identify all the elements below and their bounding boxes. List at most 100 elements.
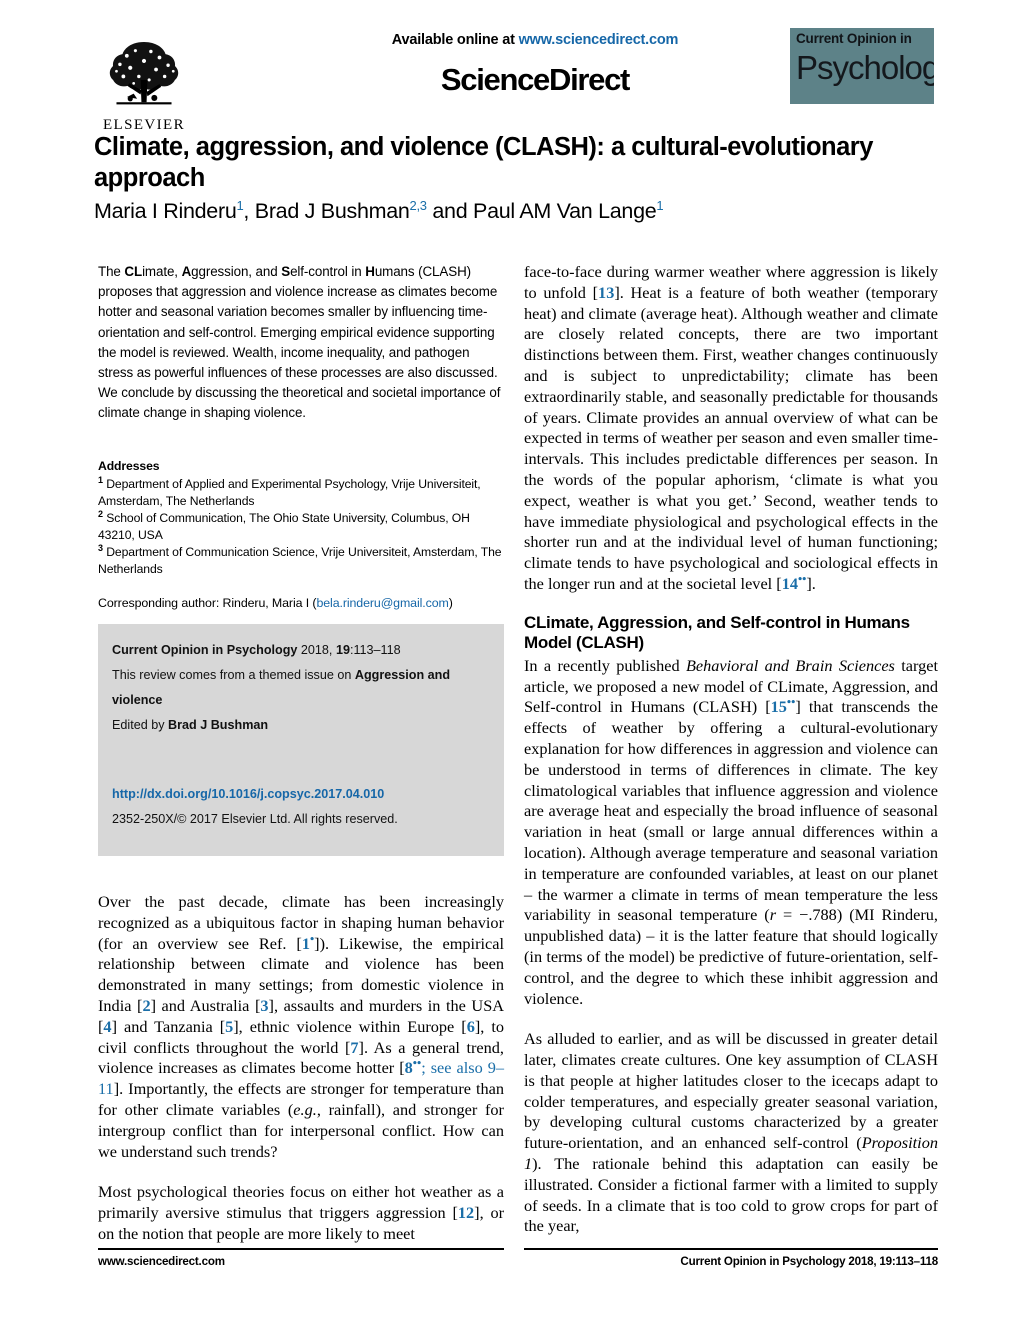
body-text-run: ] and Australia [ <box>150 995 261 1015</box>
sciencedirect-wordmark: ScienceDirect <box>440 62 630 97</box>
reference-link[interactable]: 14 <box>782 574 798 593</box>
emphasis-text: e.g. <box>293 1099 317 1119</box>
left-column-front-matter: The CLimate, Aggression, and Self-contro… <box>98 262 504 612</box>
footer-citation: Current Opinion in Psychology 2018, 19:1… <box>680 1255 938 1268</box>
footer-rule-right <box>524 1248 938 1250</box>
reference-importance-marker: •• <box>412 1055 422 1070</box>
reference-link[interactable]: 15 <box>771 697 787 716</box>
article-title: Climate, aggression, and violence (CLASH… <box>94 133 873 192</box>
abstract-seg-bold: H <box>365 264 375 279</box>
addresses-section: Addresses 1 Department of Applied and Ex… <box>98 458 504 612</box>
reference-link[interactable]: 3 <box>260 996 268 1015</box>
reference-link[interactable]: 8 <box>405 1058 413 1077</box>
editor-name: Brad J Bushman <box>168 718 269 732</box>
corresponding-close: ) <box>448 595 453 610</box>
corresponding-author: Corresponding author: Rinderu, Maria I (… <box>98 595 504 612</box>
available-online-line: Available online at www.sciencedirect.co… <box>320 32 750 48</box>
edited-by-prefix: Edited by <box>112 718 169 732</box>
address-item: 2 School of Communication, The Ohio Stat… <box>98 508 504 544</box>
journal-logo-line2: Psychology <box>796 49 934 86</box>
body-paragraph: As alluded to earlier, and as will be di… <box>524 1029 938 1237</box>
author-affiliation-marker: 1 <box>656 197 664 213</box>
reference-link[interactable]: 1 <box>302 934 310 953</box>
abstract-seg-bold: CL <box>124 264 143 279</box>
journal-logo-line1: Current Opinion in <box>796 31 912 46</box>
corresponding-email-link[interactable]: bela.rinderu@gmail.com <box>316 596 448 610</box>
journal-logo: Current Opinion in Psychology <box>790 28 934 104</box>
available-online-prefix: Available online at <box>391 32 519 48</box>
body-paragraph: face-to-face during warmer weather where… <box>524 262 938 595</box>
abstract-text: The CLimate, Aggression, and Self-contro… <box>98 262 504 424</box>
reference-link[interactable]: 13 <box>598 283 614 302</box>
abstract-seg-bold: S <box>281 264 291 279</box>
author-list: Maria I Rinderu1, Brad J Bushman2,3 and … <box>94 197 664 223</box>
address-item: 3 Department of Communication Science, V… <box>98 542 504 578</box>
reference-link[interactable]: 6 <box>467 1017 475 1036</box>
masthead: ELSEVIER Available online at www.science… <box>90 22 938 133</box>
reference-link[interactable]: 7 <box>350 1038 358 1057</box>
abstract-seg: The <box>98 264 125 279</box>
sciencedirect-url-link[interactable]: www.sciencedirect.com <box>519 32 679 48</box>
citation-volume: 19 <box>335 643 350 657</box>
body-text-run: ] that transcends the effects of weather… <box>524 697 938 925</box>
body-paragraph: In a recently published Behavioral and B… <box>524 656 938 1010</box>
body-text-run: ], ethnic violence within Europe [ <box>233 1016 467 1036</box>
author-separator: and <box>426 199 474 223</box>
body-text-run: In a recently published <box>524 655 686 675</box>
corresponding-label: Corresponding author: Rinderu, Maria I ( <box>98 595 317 610</box>
citation-journal: Current Opinion in Psychology <box>112 643 298 657</box>
reference-link[interactable]: 2 <box>142 996 150 1015</box>
footer-website-link[interactable]: www.sciencedirect.com <box>98 1255 225 1268</box>
address-text: Department of Communication Science, Vri… <box>98 544 502 576</box>
themed-issue-line: This review comes from a themed issue on… <box>112 663 490 713</box>
abstract-seg: ggression, and <box>191 264 282 279</box>
body-text-run: ]. <box>806 573 816 593</box>
address-item: 1 Department of Applied and Experimental… <box>98 474 504 510</box>
body-paragraph: Most psychological theories focus on eit… <box>98 1182 504 1244</box>
right-column-body: face-to-face during warmer weather where… <box>524 262 938 1237</box>
body-text-run: ]. Heat is a feature of both weather (te… <box>524 282 938 593</box>
address-number: 2 <box>98 508 103 519</box>
citation-pages: :113–118 <box>349 643 401 657</box>
sciencedirect-block: Available online at www.sciencedirect.co… <box>320 32 750 98</box>
emphasis-text: Behavioral and Brain Sciences <box>685 655 895 675</box>
author-name: Paul AM Van Lange <box>473 199 657 223</box>
reference-link[interactable]: 12 <box>458 1203 474 1222</box>
edited-by-line: Edited by Brad J Bushman <box>112 713 490 738</box>
footer-rule-left <box>98 1248 504 1250</box>
elsevier-tree-icon <box>109 42 179 105</box>
body-text-run: ). The rationale behind this adaptation … <box>524 1154 938 1236</box>
left-column-body: Over the past decade, climate has been i… <box>98 892 504 1245</box>
themed-issue-prefix: This review comes from a themed issue on <box>112 668 355 682</box>
address-number: 3 <box>98 542 103 553</box>
copyright-line: 2352-250X/© 2017 Elsevier Ltd. All right… <box>112 812 398 826</box>
abstract-seg: umans (CLASH) proposes that aggression a… <box>98 264 501 421</box>
elsevier-logo: ELSEVIER <box>94 30 194 142</box>
abstract-seg: elf-control in <box>290 264 366 279</box>
addresses-heading: Addresses <box>98 458 160 473</box>
author-name: Maria I Rinderu <box>94 199 237 223</box>
citation-line: Current Opinion in Psychology 2018, 19:1… <box>112 638 490 663</box>
abstract-seg: imate, <box>142 264 182 279</box>
body-text-run: ] and Tanzania [ <box>111 1016 226 1036</box>
title-block: Climate, aggression, and violence (CLASH… <box>94 132 944 224</box>
body-paragraph: Over the past decade, climate has been i… <box>98 892 504 1162</box>
section-heading-clash-model: CLimate, Aggression, and Self-control in… <box>524 612 910 653</box>
citation-box-upper: Current Opinion in Psychology 2018, 19:1… <box>98 624 504 738</box>
abstract-seg-bold: A <box>181 264 192 279</box>
address-text: School of Communication, The Ohio State … <box>98 510 470 542</box>
citation-box: Current Opinion in Psychology 2018, 19:1… <box>98 624 504 856</box>
article-page: ELSEVIER Available online at www.science… <box>0 0 1020 1323</box>
author-name: Brad J Bushman <box>254 199 410 223</box>
reference-link[interactable]: 4 <box>103 1017 111 1036</box>
author-affiliation-marker: 2,3 <box>409 197 427 213</box>
body-text-run: Most psychological theories focus on eit… <box>98 1182 504 1223</box>
page-footer: www.sciencedirect.com Current Opinion in… <box>98 1255 938 1268</box>
address-number: 1 <box>98 474 103 485</box>
citation-year: 2018, <box>297 643 336 657</box>
citation-box-lower: http://dx.doi.org/10.1016/j.copsyc.2017.… <box>98 782 504 832</box>
address-text: Department of Applied and Experimental P… <box>98 476 481 508</box>
doi-link[interactable]: http://dx.doi.org/10.1016/j.copsyc.2017.… <box>112 787 384 801</box>
doi-line: http://dx.doi.org/10.1016/j.copsyc.2017.… <box>112 782 490 807</box>
author-affiliation-marker: 1 <box>236 197 244 213</box>
